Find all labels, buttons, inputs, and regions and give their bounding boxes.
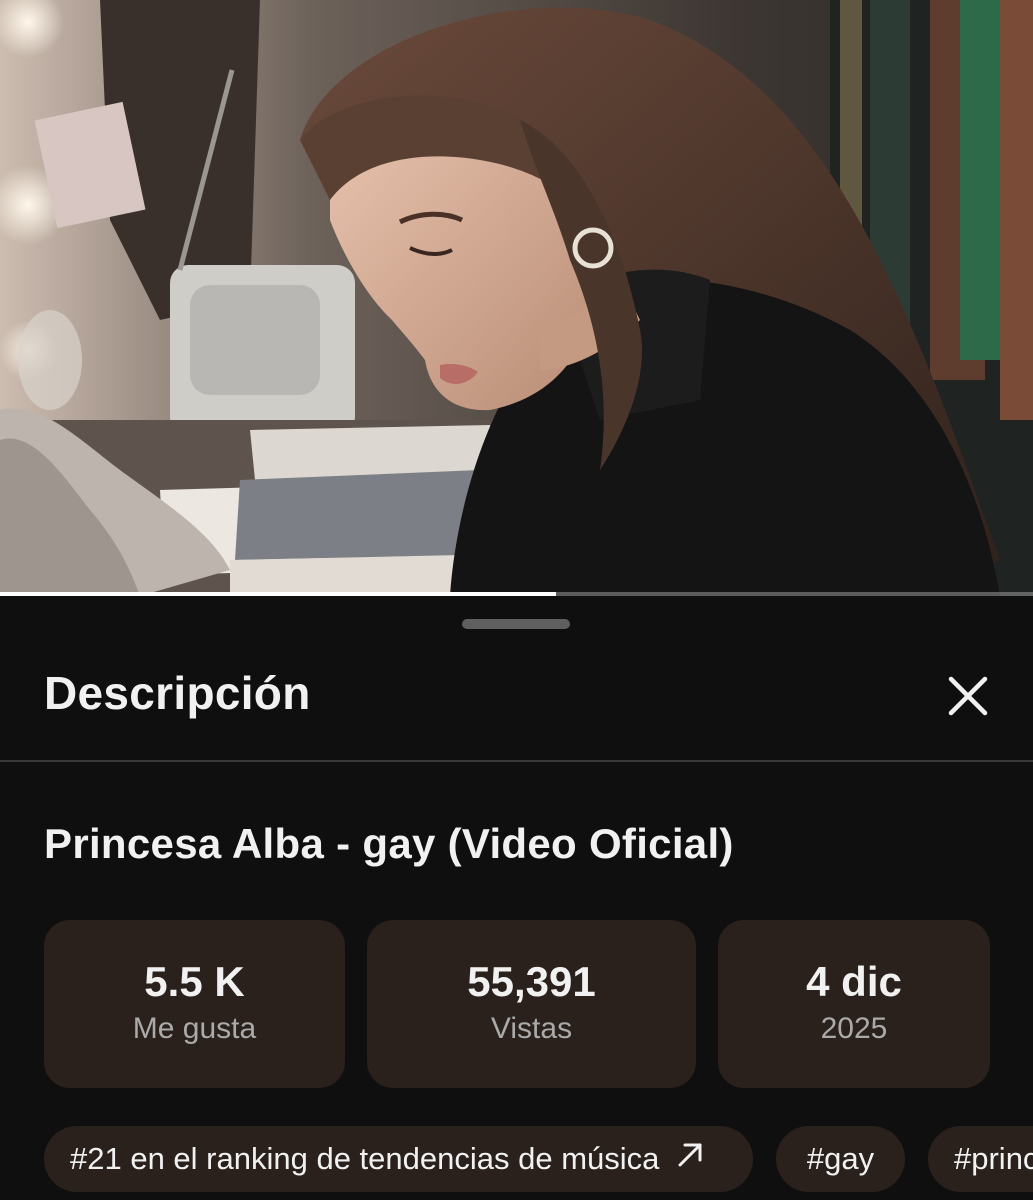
publish-year: 2025 [820, 1012, 888, 1045]
publish-date: 4 dic [806, 958, 902, 1005]
likes-stat-card: 5.5 K Me gusta [44, 920, 345, 1088]
date-stat-card: 4 dic 2025 [718, 920, 990, 1088]
views-label: Vistas [490, 1012, 573, 1045]
views-count: 55,391 [467, 958, 596, 1005]
screen: Descripción Princesa Alba - gay (Video O… [0, 0, 1033, 1200]
close-icon [948, 676, 988, 716]
video-still [0, 0, 1033, 596]
sheet-drag-handle[interactable] [462, 619, 570, 629]
header-divider [0, 760, 1033, 762]
likes-count: 5.5 K [144, 958, 245, 1005]
description-sheet: Descripción Princesa Alba - gay (Video O… [0, 596, 1033, 1200]
likes-label: Me gusta [132, 1012, 257, 1045]
hashtag-chip-princ[interactable]: #princ [928, 1126, 1033, 1192]
trending-rank-label: #21 en el ranking de tendencias de músic… [70, 1141, 660, 1176]
views-stat-card: 55,391 Vistas [367, 920, 696, 1088]
video-player[interactable] [0, 0, 1033, 596]
hashtag-chip-gay[interactable]: #gay [776, 1126, 905, 1192]
trending-rank-chip[interactable]: #21 en el ranking de tendencias de músic… [44, 1126, 753, 1192]
sheet-title: Descripción [44, 667, 311, 719]
video-title: Princesa Alba - gay (Video Oficial) [44, 820, 734, 867]
close-button[interactable] [938, 666, 998, 726]
arrow-up-right-icon [675, 1140, 705, 1178]
